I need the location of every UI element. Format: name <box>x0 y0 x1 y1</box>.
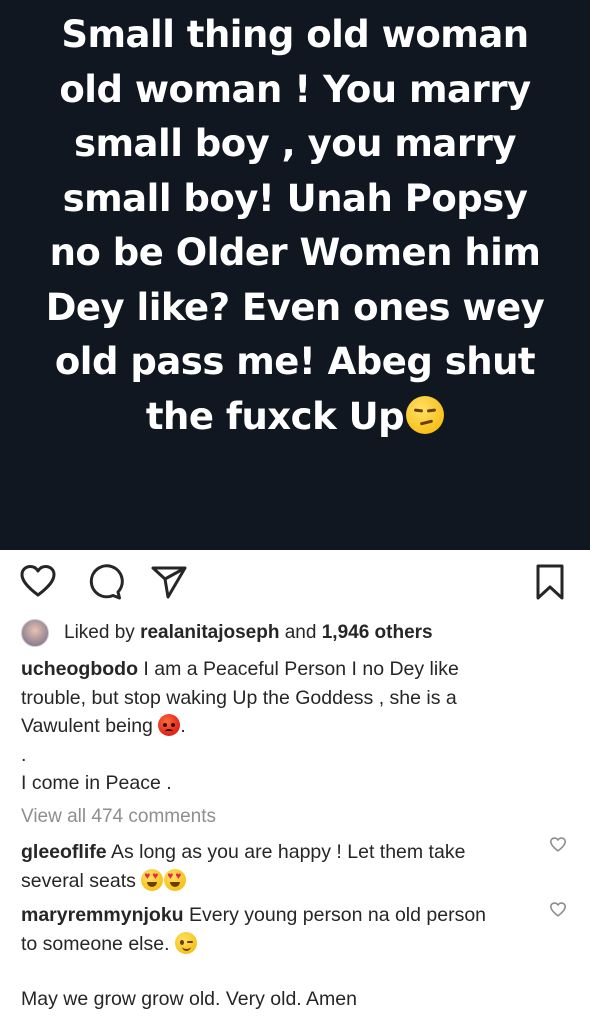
liker-username[interactable]: realanitajoseph <box>140 622 279 644</box>
post-text-line: Small thing old woman <box>61 13 529 56</box>
comment-username[interactable]: maryremmynjoku <box>21 904 184 926</box>
liked-by-label: Liked by <box>64 622 135 643</box>
liker-avatar[interactable] <box>21 619 49 647</box>
caption-period: . <box>180 715 186 737</box>
post-text-line: old pass me! Abeg shut <box>54 340 536 383</box>
post-text-line: the fuxck Up <box>145 394 405 438</box>
caption-text-line: I come in Peace . <box>21 772 172 794</box>
caption-username[interactable]: ucheogbodo <box>21 658 138 680</box>
comment-text: Every young person na old person <box>183 904 487 926</box>
comment-text: As long as you are happy ! Let them take <box>106 841 466 863</box>
post-image[interactable]: Small thing old woman old woman ! You ma… <box>0 0 590 550</box>
likes-row: Liked by realanitajoseph and 1,946 other… <box>21 619 433 647</box>
post-text-line: old woman ! You marry <box>59 67 531 111</box>
likes-count[interactable]: 1,946 others <box>322 622 433 644</box>
comment-item: maryremmynjoku Every young person na old… <box>21 901 531 959</box>
heart-eyes-emoji <box>141 868 164 891</box>
heart-icon[interactable] <box>18 562 58 602</box>
comment-item: gleeoflife As long as you are happy ! Le… <box>21 838 531 896</box>
bookmark-icon[interactable] <box>530 562 570 602</box>
likes-conjunction: and <box>284 622 317 643</box>
post-text-line: Dey like? Even ones wey <box>45 285 545 329</box>
caption-text-line: I am a Peaceful Person I no Dey like <box>137 658 459 680</box>
comment-icon[interactable] <box>84 562 124 602</box>
caption-text-line: Vawulent being <box>21 715 159 737</box>
angry-face-emoji <box>158 713 181 736</box>
post-text-line: small boy , you marry <box>73 122 517 165</box>
comment-continuation-text: May we grow grow old. Very old. Amen <box>21 988 357 1010</box>
post-actions-bar <box>0 562 590 606</box>
post-text-line: no be Older Women him <box>49 231 541 274</box>
caption-text-line: trouble, but stop waking Up the Goddess … <box>21 686 457 709</box>
comment-like-heart-icon[interactable] <box>549 836 567 854</box>
comment-username[interactable]: gleeoflife <box>21 841 107 863</box>
comment-like-heart-icon[interactable] <box>549 901 567 919</box>
comment-text: several seats <box>21 870 142 892</box>
view-all-comments-link[interactable]: View all 474 comments <box>21 806 216 828</box>
caption-text-line: . <box>21 743 27 766</box>
post-image-text: Small thing old woman old woman ! You ma… <box>25 8 565 550</box>
comment-text: to someone else. <box>21 933 175 955</box>
post-caption: ucheogbodo I am a Peaceful Person I no D… <box>21 655 561 798</box>
heart-eyes-emoji <box>164 868 187 891</box>
smirking-face-emoji <box>406 396 445 434</box>
send-icon[interactable] <box>149 562 189 602</box>
winking-face-emoji <box>174 931 197 954</box>
post-text-line: small boy! Unah Popsy <box>62 176 528 220</box>
